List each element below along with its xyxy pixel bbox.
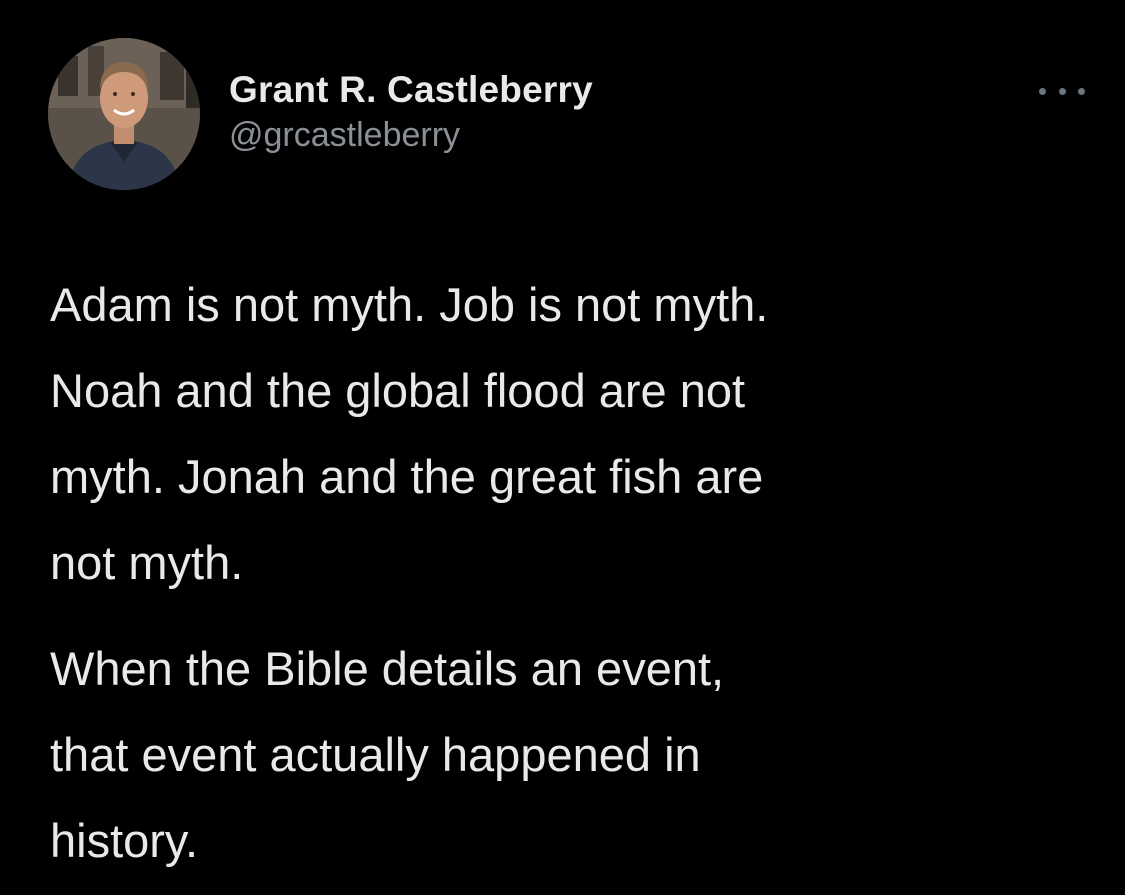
tweet-line: myth. Jonah and the great fish are	[50, 450, 764, 503]
avatar-photo	[48, 38, 200, 190]
tweet-line: When the Bible details an event,	[50, 642, 725, 695]
tweet-line: history.	[50, 814, 198, 867]
tweet-paragraph: Adam is not myth. Job is not myth. Noah …	[50, 262, 1090, 606]
more-horizontal-icon[interactable]	[1039, 81, 1085, 101]
tweet-line: Adam is not myth. Job is not myth.	[50, 278, 769, 331]
author-names: Grant R. Castleberry @grcastleberry	[229, 68, 593, 156]
tweet-paragraph: When the Bible details an event, that ev…	[50, 626, 1090, 884]
tweet-card: Grant R. Castleberry @grcastleberry Adam…	[0, 0, 1125, 895]
tweet-header: Grant R. Castleberry @grcastleberry	[48, 38, 1085, 192]
avatar[interactable]	[48, 38, 200, 190]
more-dot	[1039, 87, 1046, 95]
tweet-line: Noah and the global flood are not	[50, 364, 746, 417]
display-name[interactable]: Grant R. Castleberry	[229, 68, 593, 112]
tweet-line: not myth.	[50, 536, 244, 589]
user-handle[interactable]: @grcastleberry	[229, 114, 593, 156]
more-dot	[1058, 87, 1066, 95]
more-dot	[1078, 87, 1085, 95]
tweet-line: that event actually happened in	[50, 728, 701, 781]
tweet-text: Adam is not myth. Job is not myth. Noah …	[50, 262, 1090, 884]
